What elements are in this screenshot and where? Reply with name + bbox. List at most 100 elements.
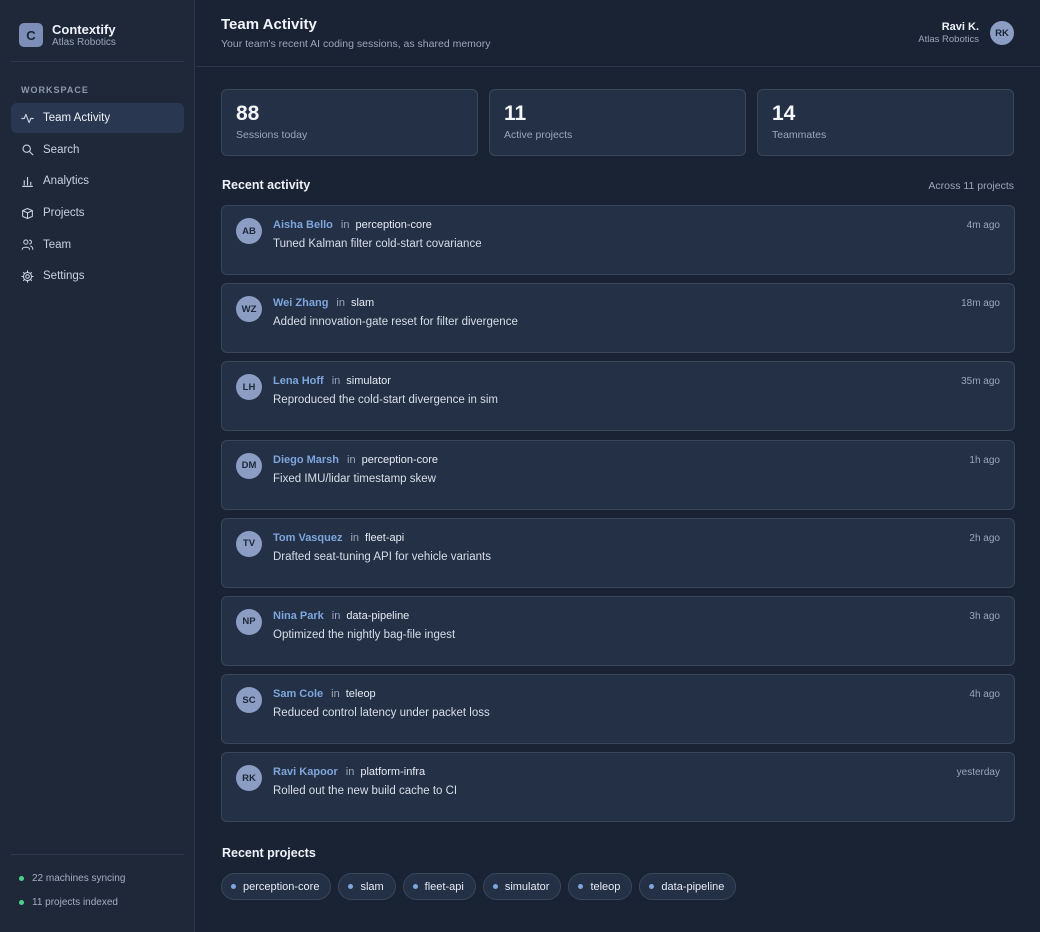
activity-in-label: in [336, 297, 345, 310]
activity-in-label: in [350, 531, 360, 544]
activity-project-link[interactable]: data-pipeline [346, 610, 409, 622]
activity-user-link[interactable]: Aisha Bello [273, 219, 333, 231]
activity-description: Rolled out the new build cache to CI [273, 785, 458, 798]
activity-description: Reproduced the cold-start divergence in … [273, 394, 499, 407]
avatar[interactable]: SC [236, 687, 262, 714]
activity-project-link[interactable]: teleop [346, 688, 376, 700]
activity-timestamp: 2h ago [969, 532, 1000, 544]
avatar[interactable]: LH [236, 374, 262, 401]
activity-card[interactable]: RK Ravi Kapoor in platform-infra Rolled out … [221, 752, 1015, 823]
project-dot [412, 884, 418, 889]
page-subtitle: Your team's recent AI coding sessions, a… [221, 38, 491, 50]
activity-description: Fixed IMU/lidar timestamp skew [273, 472, 436, 485]
sidebar-item-label: Settings [43, 270, 85, 283]
project-chip[interactable]: fleet-api [402, 873, 476, 900]
avatar[interactable]: RK [236, 765, 262, 792]
activity-timestamp: 4h ago [969, 689, 1000, 701]
brand[interactable]: C Contextify Atlas Robotics [19, 22, 116, 48]
page-title: Team Activity [221, 16, 317, 33]
project-chip-label: fleet-api [424, 880, 464, 893]
activity-project-link[interactable]: simulator [346, 375, 391, 387]
activity-timestamp: 35m ago [961, 376, 1000, 388]
activity-timestamp: 4m ago [966, 220, 1000, 231]
project-chip-label: simulator [504, 880, 550, 893]
activity-card[interactable]: TV Tom Vasquez in fleet-api Drafted seat-tun… [221, 517, 1015, 588]
sidebar-item-settings[interactable]: Settings [11, 261, 184, 291]
sidebar-item-label: Team Activity [43, 112, 111, 124]
project-chip[interactable]: simulator [482, 873, 562, 900]
project-chip[interactable]: slam [338, 873, 396, 900]
activity-in-label: in [331, 609, 341, 622]
activity-user-link[interactable]: Diego Marsh [273, 454, 339, 466]
activity-user-link[interactable]: Sam Cole [273, 688, 323, 700]
activity-user-link[interactable]: Tom Vasquez [273, 532, 342, 544]
gear-icon [21, 270, 34, 283]
activity-user-link[interactable]: Nina Park [273, 610, 324, 622]
project-dot [348, 884, 354, 889]
activity-card[interactable]: AB Aisha Bello in perception-core Tuned Kalm… [221, 205, 1015, 275]
activity-card[interactable]: WZ Wei Zhang in slam Added innovation-gate r… [221, 283, 1015, 354]
stat-value: 88 [236, 102, 260, 125]
activity-user-link[interactable]: Wei Zhang [273, 297, 328, 309]
sidebar-item-label: Team [43, 238, 72, 251]
project-chip[interactable]: data-pipeline [639, 873, 737, 900]
recent-activity-meta: Across 11 projects [928, 180, 1014, 192]
user-menu[interactable]: Ravi K. Atlas Robotics RK [918, 21, 1014, 45]
sidebar-divider [11, 61, 184, 62]
project-dot [231, 884, 236, 889]
project-chip-label: data-pipeline [661, 880, 725, 893]
project-chip-label: slam [360, 880, 384, 893]
avatar[interactable]: TV [236, 530, 262, 557]
activity-project-link[interactable]: fleet-api [365, 532, 404, 544]
activity-user-link[interactable]: Lena Hoff [273, 375, 324, 387]
activity-project-link[interactable]: platform-infra [360, 766, 425, 778]
status-projects: 11 projects indexed [19, 897, 118, 908]
users-icon [21, 238, 34, 251]
status-text: 11 projects indexed [32, 897, 118, 908]
sidebar-item-analytics[interactable]: Analytics [11, 166, 184, 196]
sidebar-item-label: Projects [43, 207, 85, 220]
stat-card-projects: 11 Active projects [489, 89, 746, 156]
avatar[interactable]: DM [236, 452, 262, 479]
brand-org: Atlas Robotics [52, 37, 116, 48]
search-icon [21, 143, 34, 156]
project-dot [492, 884, 498, 889]
main-content: Team Activity Your team's recent AI codi… [196, 0, 1040, 932]
sidebar-item-search[interactable]: Search [11, 135, 184, 165]
avatar[interactable]: NP [236, 608, 262, 635]
box-icon [21, 207, 34, 220]
avatar[interactable]: AB [236, 218, 262, 244]
project-chip[interactable]: perception-core [221, 873, 332, 900]
activity-card[interactable]: SC Sam Cole in teleop Reduced control latenc… [221, 674, 1015, 745]
project-dot [649, 884, 655, 889]
project-chip[interactable]: teleop [568, 873, 633, 900]
sidebar: C Contextify Atlas Robotics WORKSPACE Te… [0, 0, 195, 932]
project-dot [578, 884, 584, 889]
sidebar-item-projects[interactable]: Projects [11, 198, 184, 228]
activity-card[interactable]: NP Nina Park in data-pipeline Optimized the … [221, 595, 1015, 666]
activity-card[interactable]: LH Lena Hoff in simulator Reproduced the col… [221, 361, 1015, 432]
sidebar-item-label: Analytics [43, 175, 90, 188]
avatar[interactable]: WZ [236, 296, 262, 323]
avatar[interactable]: RK [990, 21, 1014, 45]
project-chip-label: perception-core [243, 880, 320, 893]
activity-project-link[interactable]: slam [351, 297, 374, 309]
activity-timestamp: 3h ago [969, 610, 1000, 622]
activity-description: Added innovation-gate reset for filter d… [273, 316, 518, 329]
workspace-label: WORKSPACE [21, 85, 89, 95]
activity-card[interactable]: DM Diego Marsh in perception-core Fixed IMU/… [221, 439, 1015, 510]
activity-in-label: in [345, 766, 355, 779]
stat-card-teammates: 14 Teammates [757, 89, 1014, 156]
activity-user-link[interactable]: Ravi Kapoor [273, 766, 338, 778]
stat-label: Active projects [504, 129, 573, 141]
stat-label: Teammates [772, 129, 827, 141]
activity-icon [21, 112, 34, 125]
sidebar-item-team[interactable]: Team [11, 230, 184, 260]
sidebar-item-label: Search [43, 143, 80, 156]
activity-project-link[interactable]: perception-core [362, 454, 438, 466]
stats-row: 88 Sessions today 11 Active projects 14 … [221, 89, 1025, 156]
stat-value: 14 [772, 102, 796, 125]
activity-timestamp: 18m ago [961, 298, 1000, 310]
sidebar-item-team-activity[interactable]: Team Activity [11, 103, 184, 133]
activity-project-link[interactable]: perception-core [355, 219, 431, 231]
